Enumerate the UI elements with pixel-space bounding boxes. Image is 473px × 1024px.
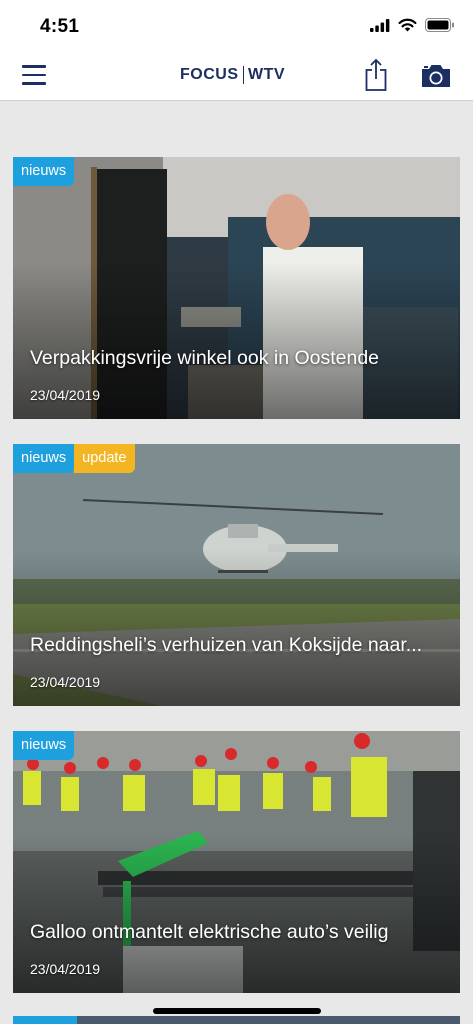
hamburger-icon <box>22 65 46 68</box>
article-date: 23/04/2019 <box>30 387 101 403</box>
article-card-partial[interactable] <box>13 1016 460 1024</box>
wifi-icon <box>398 18 417 32</box>
badge-group: nieuws update <box>13 444 135 473</box>
update-badge: update <box>74 444 135 473</box>
category-badge: nieuws <box>13 731 75 760</box>
status-bar: 4:51 <box>0 0 473 50</box>
battery-icon <box>425 18 454 32</box>
camera-icon[interactable] <box>420 63 452 89</box>
badge-group: nieuws <box>13 731 75 760</box>
menu-button[interactable] <box>22 65 48 85</box>
article-card[interactable]: nieuws Galloo ontmantelt elektrische aut… <box>13 731 460 993</box>
signal-icon <box>370 18 390 32</box>
app-logo: FOCUS WTV <box>180 66 285 84</box>
article-card[interactable]: nieuws update Reddingsheli’s verhuizen v… <box>13 444 460 706</box>
top-navbar: FOCUS WTV <box>0 50 473 101</box>
status-icons <box>370 18 455 32</box>
news-feed: nieuws Verpakkingsvrije winkel ook in Oo… <box>13 157 460 1018</box>
badge-group: nieuws <box>13 157 75 186</box>
category-badge: nieuws <box>13 444 75 473</box>
category-badge: nieuws <box>13 157 75 186</box>
logo-text-focus: FOCUS <box>180 66 239 83</box>
category-badge <box>13 1016 77 1024</box>
article-title: Galloo ontmantelt elektrische auto’s vei… <box>30 921 389 944</box>
status-time: 4:51 <box>40 16 80 37</box>
article-title: Reddingsheli’s verhuizen van Koksijde na… <box>30 634 423 657</box>
share-icon[interactable] <box>364 58 388 92</box>
article-title: Verpakkingsvrije winkel ook in Oostende <box>30 347 380 370</box>
article-date: 23/04/2019 <box>30 961 101 977</box>
article-date: 23/04/2019 <box>30 674 101 690</box>
logo-divider <box>242 66 244 84</box>
logo-text-wtv: WTV <box>248 66 286 83</box>
article-card[interactable]: nieuws Verpakkingsvrije winkel ook in Oo… <box>13 157 460 419</box>
home-indicator[interactable] <box>153 1008 321 1014</box>
